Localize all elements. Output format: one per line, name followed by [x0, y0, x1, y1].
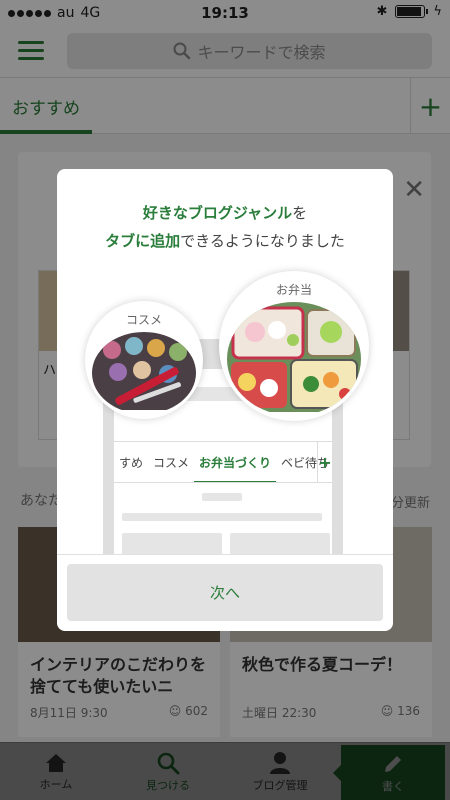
divider: [57, 554, 393, 555]
mini-tab: すめ: [119, 455, 144, 470]
heading-line-1: 好きなブログジャンルを: [57, 199, 393, 227]
heading-text: を: [292, 204, 308, 222]
mini-tab-bar: すめ コスメ お弁当づくり ベビ待ち: [114, 441, 332, 483]
placeholder-card: [122, 533, 222, 555]
bento-image: [227, 302, 361, 416]
mini-tab-active: お弁当づくり: [194, 454, 277, 482]
placeholder-bar: [202, 493, 242, 501]
placeholder-bar: [122, 513, 322, 521]
cosme-bubble: コスメ: [85, 301, 203, 419]
heading-highlight: タブに: [105, 232, 151, 250]
bubble-label: コスメ: [125, 313, 162, 327]
heading-text: できるようになりました: [180, 232, 345, 250]
modal-heading: 好きなブログジャンルを タブに追加できるようになりました: [57, 199, 393, 255]
announcement-modal: 好きなブログジャンルを タブに追加できるようになりました すめ コスメ お弁当づ…: [57, 169, 393, 631]
heading-highlight: 追加: [150, 232, 181, 250]
mini-plus-icon: +: [317, 441, 332, 483]
next-button[interactable]: 次へ: [67, 564, 383, 621]
placeholder-card: [230, 533, 330, 555]
mini-tab: コスメ: [153, 455, 190, 470]
bento-bubble: お弁当: [219, 271, 369, 421]
cosme-image: [92, 332, 196, 414]
illustration: すめ コスメ お弁当づくり ベビ待ち + コスメ お弁当: [57, 269, 393, 555]
heading-highlight: 好きなブログジャンル: [142, 204, 293, 222]
heading-line-2: タブに追加できるようになりました: [57, 227, 393, 255]
bubble-label: お弁当: [275, 283, 312, 297]
